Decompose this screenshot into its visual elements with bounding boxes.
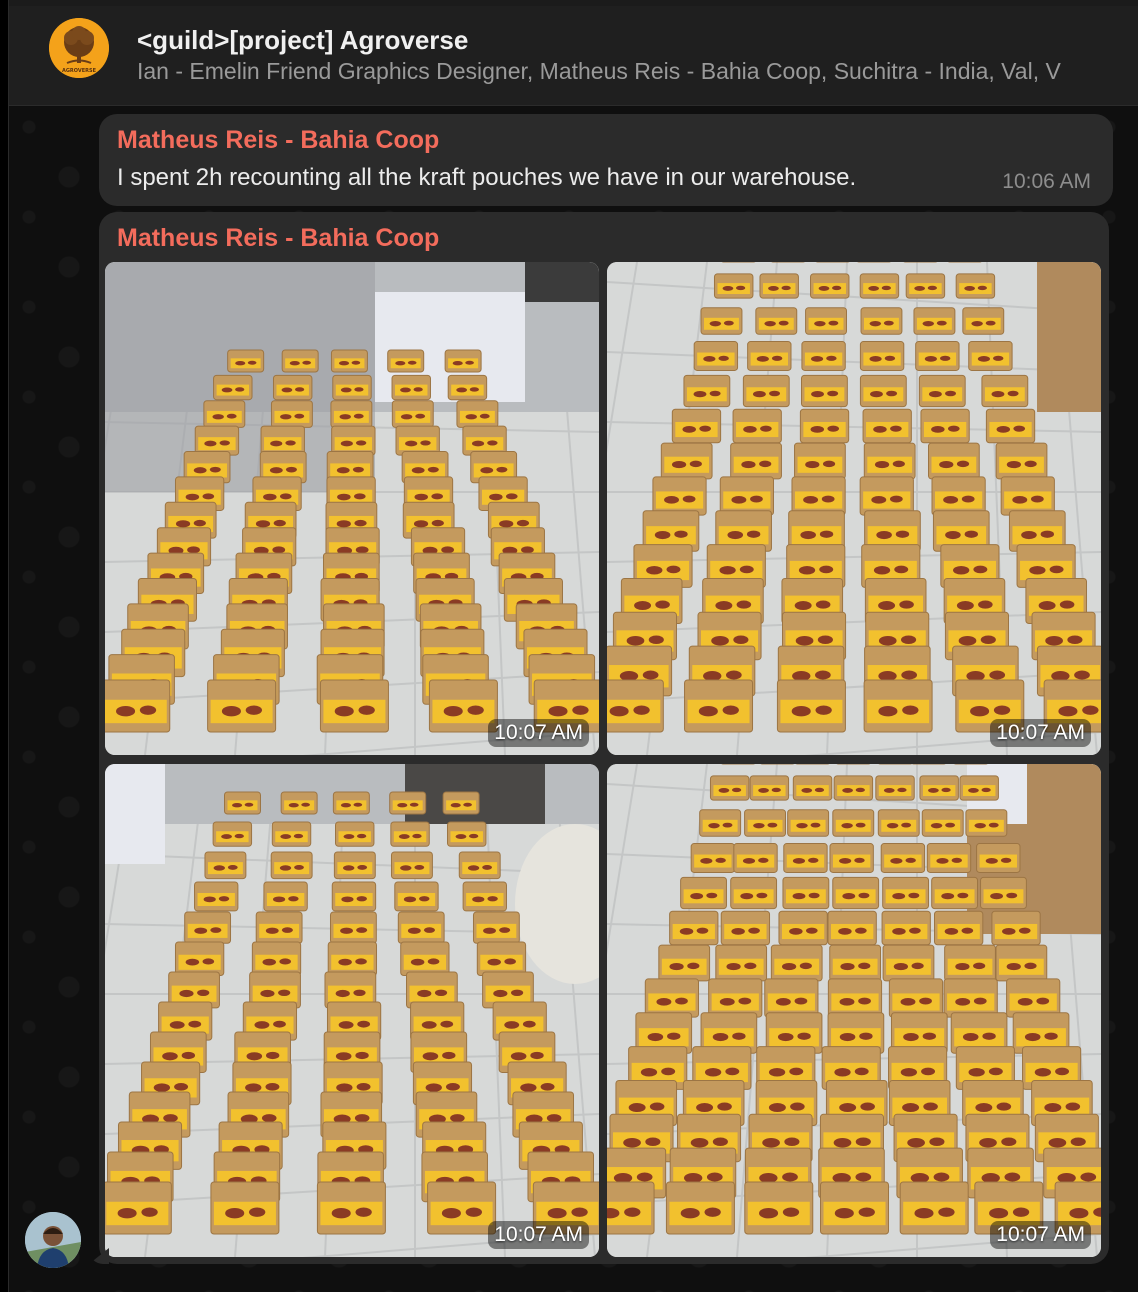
logo-text: AGROVERSE [62,68,97,74]
photo-album-bubble[interactable]: Matheus Reis - Bahia Coop 10:07 AM 10:07… [99,212,1109,1264]
sender-name[interactable]: Matheus Reis - Bahia Coop [117,126,439,155]
photo-3[interactable]: 10:07 AM [105,764,599,1257]
photo-1[interactable]: 10:07 AM [105,262,599,755]
sender-avatar[interactable] [25,1212,81,1268]
photo-time: 10:07 AM [488,1221,589,1249]
warehouse-photo [607,262,1101,755]
warehouse-photo [607,764,1101,1257]
chat-members[interactable]: Ian - Emelin Friend Graphics Designer, M… [137,58,1137,85]
warehouse-photo [105,764,599,1257]
user-avatar [25,1212,81,1268]
warehouse-photo [105,262,599,755]
sender-name[interactable]: Matheus Reis - Bahia Coop [117,224,439,253]
photo-time: 10:07 AM [488,719,589,747]
photo-time: 10:07 AM [990,1221,1091,1249]
chat-header[interactable]: AGROVERSE <guild>[project] Agroverse Ian… [9,6,1138,106]
group-avatar[interactable]: AGROVERSE [49,18,109,78]
chat-title[interactable]: <guild>[project] Agroverse [137,25,468,56]
photo-time: 10:07 AM [990,719,1091,747]
message-time: 10:06 AM [1002,170,1091,193]
chat-window: AGROVERSE <guild>[project] Agroverse Ian… [8,0,1138,1292]
message-bubble[interactable]: Matheus Reis - Bahia Coop I spent 2h rec… [99,114,1113,206]
message-text: I spent 2h recounting all the kraft pouc… [117,164,857,191]
photo-2[interactable]: 10:07 AM [607,262,1101,755]
photo-4[interactable]: 10:07 AM [607,764,1101,1257]
agroverse-tree-logo: AGROVERSE [49,18,109,78]
